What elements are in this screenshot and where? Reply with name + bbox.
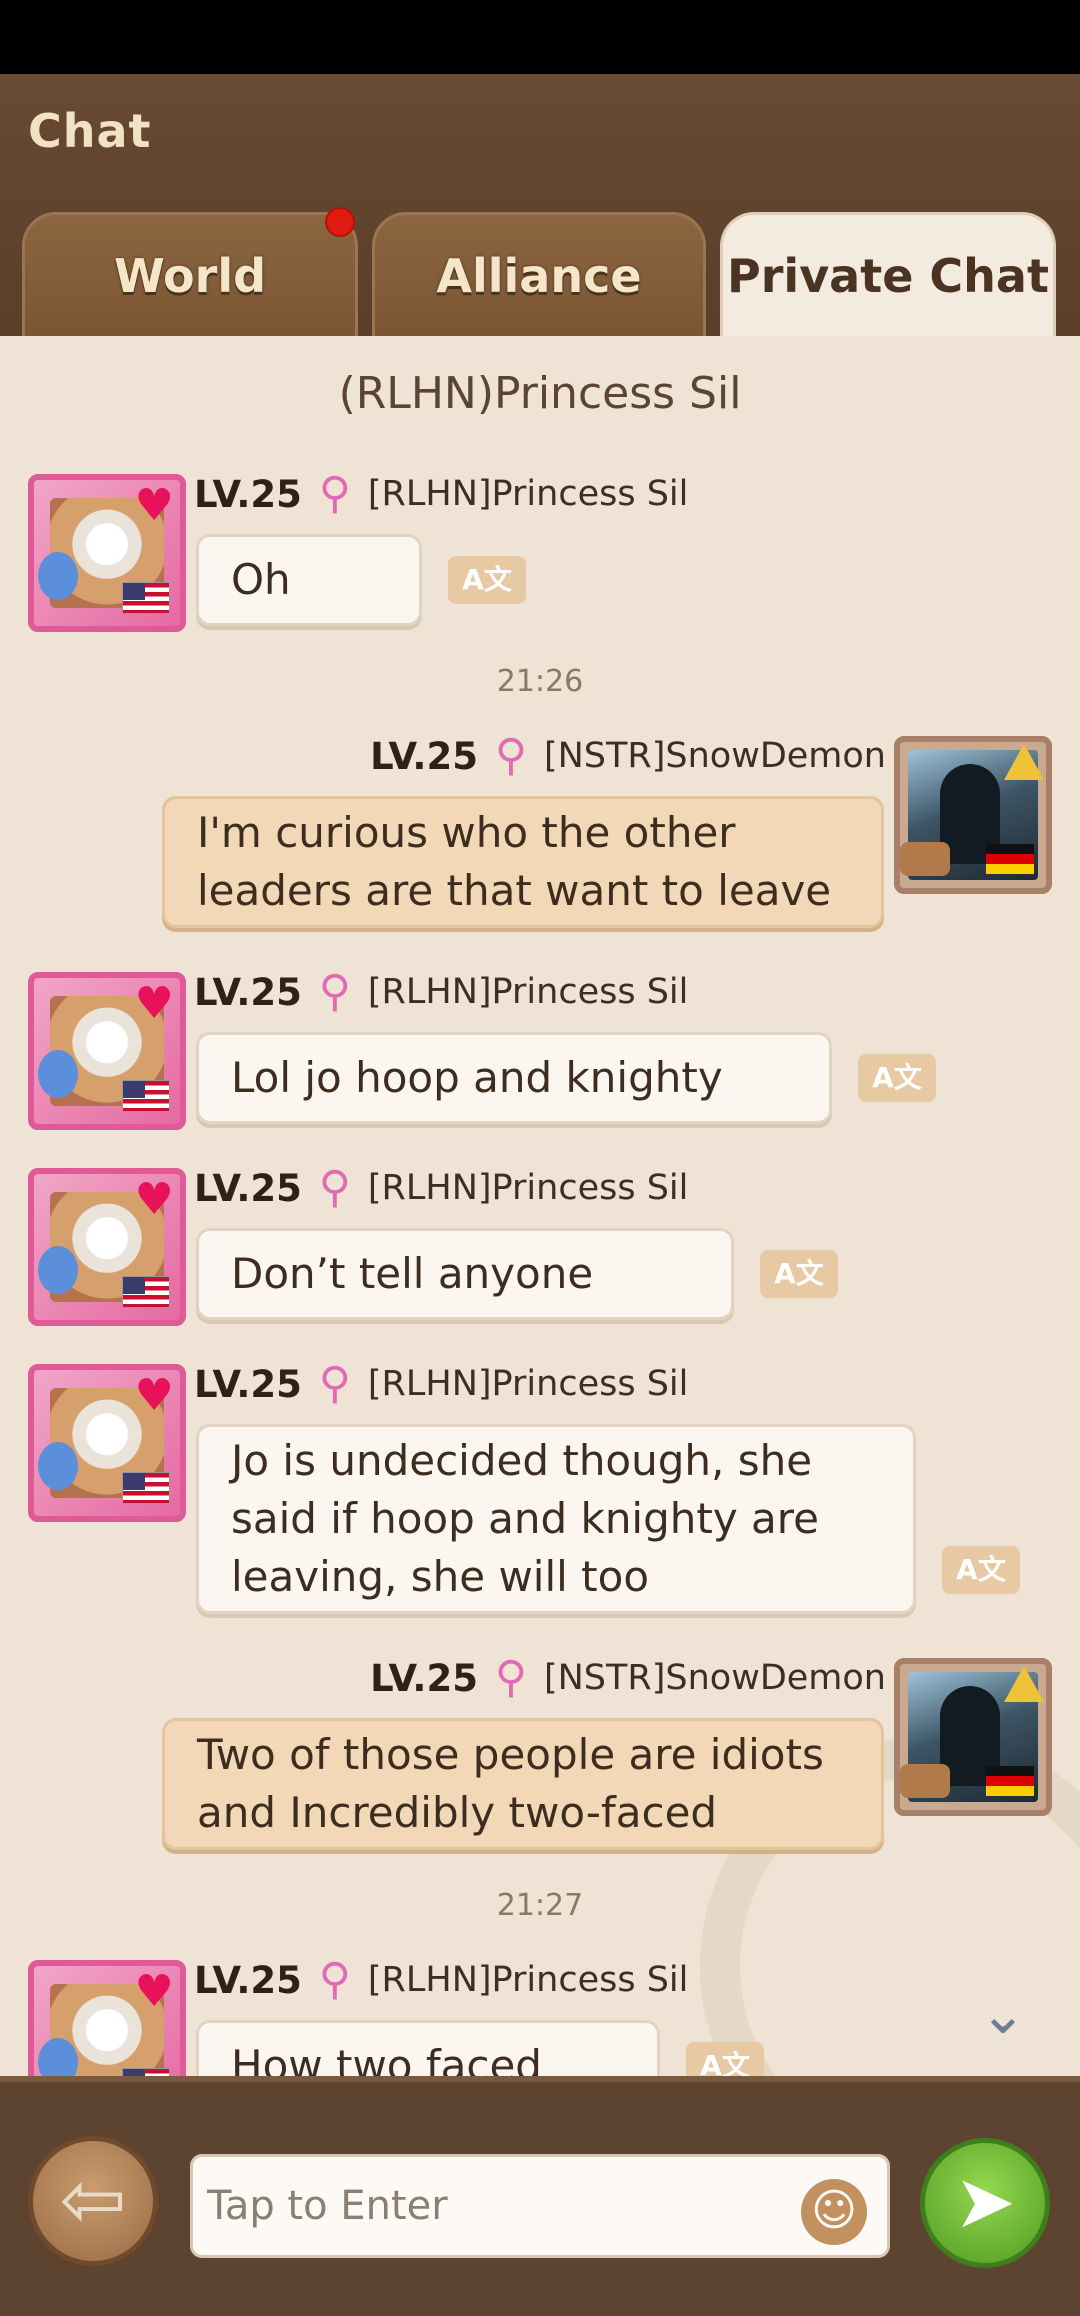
message-text: Jo is undecided though, she said if hoop… [231,1436,819,1601]
message-text: Don’t tell anyone [231,1249,594,1298]
chat-message-list[interactable]: (RLHN)Princess Sil ♥ LV.25 ⚲ [RLHN]Princ… [0,336,1080,2076]
message-text: How two faced [231,2041,542,2076]
germany-flag-icon [986,1766,1034,1796]
teddy-bear-icon [38,1246,78,1294]
message-header: LV.25 ⚲ [RLHN]Princess Sil [194,468,688,520]
us-flag-icon [122,1080,170,1112]
tab-world-label: World [113,248,267,303]
smiley-icon[interactable]: ☺ [801,2179,867,2245]
message-text: Two of those people are idiots and Incre… [197,1730,824,1837]
message-bubble[interactable]: Jo is undecided though, she said if hoop… [196,1424,916,1614]
avatar[interactable]: ♥ [28,474,186,632]
us-flag-icon [122,1276,170,1308]
timestamp: 21:26 [496,664,584,699]
back-arrow-icon[interactable]: ⇦ [28,2136,158,2266]
tab-world[interactable]: World [22,207,358,336]
status-bar [0,0,1080,74]
message-text: Oh [231,555,291,604]
message-text: I'm curious who the other leaders are th… [197,808,832,915]
female-icon: ⚲ [318,966,352,1017]
notification-dot [325,207,355,237]
sender-name[interactable]: [RLHN]Princess Sil [368,1960,688,2000]
germany-flag-icon [986,844,1034,874]
level-label: LV.25 [194,970,302,1014]
message-bubble[interactable]: Two of those people are idiots and Incre… [162,1718,884,1850]
female-icon: ⚲ [318,1358,352,1409]
level-label: LV.25 [194,1362,302,1406]
message-header: LV.25 ⚲ [RLHN]Princess Sil [194,1162,688,1214]
message-input[interactable] [207,2157,767,2255]
message-header: LV.25 ⚲ [NSTR]SnowDemon [300,1652,886,1704]
us-flag-icon [122,2068,170,2076]
heart-icon: ♥ [134,480,174,531]
message-bubble[interactable]: Lol jo hoop and knighty [196,1032,832,1124]
sender-name[interactable]: [NSTR]SnowDemon [544,1658,886,1698]
gavel-icon [900,842,950,876]
input-bar: ⇦ ☺ ➤ [0,2076,1080,2316]
level-label: LV.25 [194,1958,302,2002]
message-header: LV.25 ⚲ [RLHN]Princess Sil [194,1954,688,2006]
tab-alliance[interactable]: Alliance [372,212,706,336]
heart-icon: ♥ [134,1174,174,1225]
level-label: LV.25 [194,472,302,516]
message-bubble[interactable]: Don’t tell anyone [196,1228,734,1320]
message-header: LV.25 ⚲ [RLHN]Princess Sil [194,1358,688,1410]
avatar[interactable]: ♥ [28,972,186,1130]
avatar[interactable] [894,1658,1052,1816]
tab-private-chat-label: Private Chat [727,248,1049,303]
message-bubble[interactable]: I'm curious who the other leaders are th… [162,796,884,928]
timestamp: 21:27 [496,1888,584,1923]
chat-header: Chat World Alliance Private Chat [0,74,1080,336]
level-label: LV.25 [194,1166,302,1210]
sender-name[interactable]: [RLHN]Princess Sil [368,474,688,514]
heart-icon: ♥ [134,978,174,1029]
us-flag-icon [122,1472,170,1504]
us-flag-icon [122,582,170,614]
message-bubble[interactable]: How two faced [196,2020,660,2076]
teddy-bear-icon [38,1442,78,1490]
sender-name[interactable]: [NSTR]SnowDemon [544,736,886,776]
sender-name[interactable]: [RLHN]Princess Sil [368,972,688,1012]
level-label: LV.25 [370,734,478,778]
avatar[interactable]: ♥ [28,1960,186,2076]
female-icon: ⚲ [318,1162,352,1213]
message-header: LV.25 ⚲ [NSTR]SnowDemon [300,730,886,782]
gavel-icon [900,1764,950,1798]
translate-icon[interactable]: A文 [858,1054,936,1102]
female-icon: ⚲ [318,468,352,519]
avatar[interactable] [894,736,1052,894]
tab-alliance-label: Alliance [436,248,642,303]
heart-icon: ♥ [134,1370,174,1421]
translate-icon[interactable]: A文 [760,1250,838,1298]
female-icon: ⚲ [494,1652,528,1703]
conversation-title: (RLHN)Princess Sil [338,368,742,419]
message-input-box[interactable]: ☺ [190,2154,890,2258]
message-bubble[interactable]: Oh [196,534,422,626]
female-icon: ⚲ [318,1954,352,2005]
translate-icon[interactable]: A文 [448,556,526,604]
translate-icon[interactable]: A文 [686,2042,764,2076]
tab-private-chat[interactable]: Private Chat [720,212,1056,336]
sender-name[interactable]: [RLHN]Princess Sil [368,1168,688,1208]
chevron-down-icon[interactable]: ⌄ [972,1984,1034,2046]
teddy-bear-icon [38,552,78,600]
app-title: Chat [28,104,152,158]
message-header: LV.25 ⚲ [RLHN]Princess Sil [194,966,688,1018]
heart-icon: ♥ [134,1966,174,2017]
send-icon[interactable]: ➤ [920,2138,1050,2268]
level-label: LV.25 [370,1656,478,1700]
avatar[interactable]: ♥ [28,1168,186,1326]
teddy-bear-icon [38,1050,78,1098]
translate-icon[interactable]: A文 [942,1546,1020,1594]
sender-name[interactable]: [RLHN]Princess Sil [368,1364,688,1404]
avatar[interactable]: ♥ [28,1364,186,1522]
female-icon: ⚲ [494,730,528,781]
message-text: Lol jo hoop and knighty [231,1053,723,1102]
